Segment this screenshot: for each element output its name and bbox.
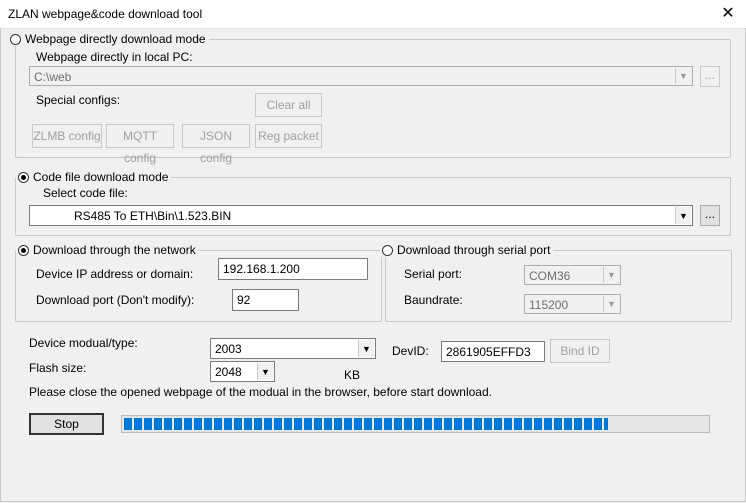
flash-size-label: Flash size: bbox=[29, 361, 87, 375]
webpage-path-value: C:\web bbox=[34, 70, 72, 84]
local-pc-label: Webpage directly in local PC: bbox=[36, 50, 193, 64]
baudrate-combo[interactable]: 115200 ▼ bbox=[524, 294, 621, 314]
flash-size-combo[interactable]: 2048 ▼ bbox=[210, 361, 275, 382]
webpage-browse-button[interactable]: ... bbox=[700, 66, 720, 87]
code-file-value: RS485 To ETH\Bin\1.523.BIN bbox=[74, 209, 232, 223]
port-label: Download port (Don't modify): bbox=[36, 293, 195, 307]
webpage-path-combo[interactable]: C:\web ▼ bbox=[29, 66, 693, 86]
download-progress-fill bbox=[124, 418, 608, 430]
flash-size-value: 2048 bbox=[215, 365, 242, 379]
device-type-label: Device modual/type: bbox=[29, 336, 138, 350]
chevron-down-icon[interactable]: ▼ bbox=[257, 363, 273, 380]
download-progress-bar bbox=[121, 415, 710, 433]
devid-value: 2861905EFFD3 bbox=[446, 345, 531, 359]
network-label: Download through the network bbox=[33, 243, 196, 257]
code-mode-label: Code file download mode bbox=[33, 170, 169, 184]
chevron-down-icon[interactable]: ▼ bbox=[603, 296, 619, 312]
devid-input[interactable]: 2861905EFFD3 bbox=[441, 341, 545, 362]
network-radio[interactable]: Download through the network bbox=[16, 243, 199, 257]
radio-icon[interactable] bbox=[382, 244, 393, 256]
radio-selected-icon[interactable] bbox=[18, 171, 29, 183]
baudrate-label: Baundrate: bbox=[404, 293, 463, 307]
flash-unit-label: KB bbox=[344, 368, 361, 382]
zlmb-config-button[interactable]: ZLMB config bbox=[32, 124, 102, 148]
ip-input[interactable]: 192.168.1.200 bbox=[218, 258, 368, 280]
stop-button[interactable]: Stop bbox=[29, 413, 104, 435]
baudrate-value: 115200 bbox=[529, 298, 569, 312]
mqtt-config-button[interactable]: MQTT config bbox=[106, 124, 174, 165]
chevron-down-icon[interactable]: ▼ bbox=[675, 207, 691, 224]
chevron-down-icon[interactable]: ▼ bbox=[603, 267, 619, 283]
code-mode-radio[interactable]: Code file download mode bbox=[16, 170, 172, 184]
radio-icon[interactable] bbox=[10, 33, 21, 45]
special-configs-label: Special configs: bbox=[36, 93, 121, 107]
code-file-browse-button[interactable]: ... bbox=[700, 205, 720, 226]
close-icon[interactable]: ✕ bbox=[716, 2, 740, 26]
serial-label: Download through serial port bbox=[397, 243, 551, 257]
port-value: 92 bbox=[237, 293, 251, 307]
serial-port-combo[interactable]: COM36 ▼ bbox=[524, 265, 621, 285]
device-type-value: 2003 bbox=[215, 342, 242, 356]
title-bar: ZLAN webpage&code download tool ✕ bbox=[0, 0, 746, 29]
serial-port-value: COM36 bbox=[529, 269, 571, 283]
clear-all-button[interactable]: Clear all bbox=[255, 93, 322, 117]
port-input[interactable]: 92 bbox=[232, 289, 299, 311]
webpage-mode-label: Webpage directly download mode bbox=[25, 32, 206, 46]
ip-value: 192.168.1.200 bbox=[223, 262, 300, 276]
serial-port-label: Serial port: bbox=[404, 267, 463, 281]
window-title: ZLAN webpage&code download tool bbox=[8, 7, 203, 21]
json-config-button[interactable]: JSON config bbox=[182, 124, 250, 165]
chevron-down-icon[interactable]: ▼ bbox=[358, 340, 374, 357]
select-code-file-label: Select code file: bbox=[43, 186, 128, 200]
bind-id-button[interactable]: Bind ID bbox=[550, 339, 610, 363]
chevron-down-icon[interactable]: ▼ bbox=[675, 68, 691, 84]
devid-label: DevID: bbox=[392, 344, 429, 358]
code-file-combo[interactable]: RS485 To ETH\Bin\1.523.BIN ▼ bbox=[29, 205, 693, 226]
radio-selected-icon[interactable] bbox=[18, 244, 29, 256]
close-webpage-notice: Please close the opened webpage of the m… bbox=[29, 385, 492, 399]
device-type-combo[interactable]: 2003 ▼ bbox=[210, 338, 376, 359]
webpage-mode-radio[interactable]: Webpage directly download mode bbox=[8, 32, 209, 46]
ip-label: Device IP address or domain: bbox=[36, 267, 194, 281]
serial-radio[interactable]: Download through serial port bbox=[380, 243, 554, 257]
reg-packet-button[interactable]: Reg packet bbox=[255, 124, 322, 148]
